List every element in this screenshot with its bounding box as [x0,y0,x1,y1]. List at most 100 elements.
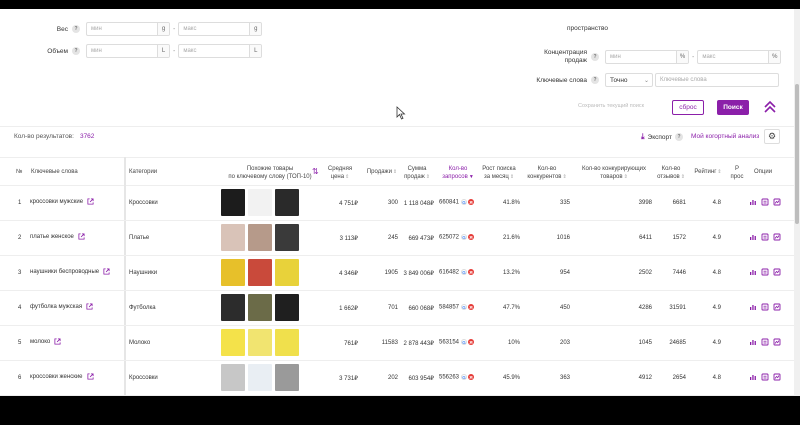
cohort-analysis-link[interactable]: Мой когортный анализ [691,133,759,140]
keyword-cell[interactable]: молоко [30,338,61,345]
product-thumbnail[interactable] [248,259,272,286]
col-reviews[interactable]: Кол-во отзывов⇕ [656,165,686,181]
match-mode-select[interactable]: Точно ⌄ [605,73,653,87]
search-button[interactable]: Поиск [717,100,749,115]
help-icon[interactable]: ? [591,53,599,61]
col-extra[interactable]: Р прос [730,165,744,181]
compare-icon[interactable] [773,373,781,381]
chart-icon[interactable] [749,373,757,381]
report-icon[interactable] [761,303,769,311]
col-sales[interactable]: Продажи⇕ [362,168,402,176]
external-link-icon[interactable] [103,268,110,275]
col-category[interactable]: Категории [129,168,157,176]
yandex-icon[interactable]: Я [468,269,475,275]
collapse-icon[interactable] [762,99,778,115]
google-icon[interactable]: G [461,304,468,310]
compare-icon[interactable] [773,198,781,206]
product-thumbnail[interactable] [221,364,245,391]
sort-filter-icon[interactable]: ⇅ [312,168,319,176]
product-thumbnail[interactable] [248,364,272,391]
col-keyword[interactable]: Ключевые слова [31,168,78,176]
chart-icon[interactable] [749,303,757,311]
concentration-max-field[interactable]: макс % [697,50,782,64]
yandex-icon[interactable]: Я [468,304,475,310]
product-thumbnail[interactable] [275,364,299,391]
scrollbar-thumb[interactable] [795,84,799,224]
col-growth[interactable]: Рост поиска за месяц⇕ [478,165,520,181]
save-search-button[interactable]: Сохранить текущий поиск [578,103,644,109]
product-thumbnail[interactable] [221,329,245,356]
yandex-icon[interactable]: Я [468,234,475,240]
product-thumbnail[interactable] [221,259,245,286]
product-thumbnail[interactable] [248,294,272,321]
help-icon[interactable]: ? [674,133,683,141]
table-row[interactable]: 5 молоко Молоко 761₽ 11583 2 878 443₽ 56… [0,326,794,361]
report-icon[interactable] [761,198,769,206]
product-thumbnail[interactable] [221,294,245,321]
keyword-cell[interactable]: платье женское [30,233,85,240]
col-rating[interactable]: Рейтинг⇕ [690,168,726,176]
report-icon[interactable] [761,268,769,276]
help-icon[interactable]: ? [72,47,80,55]
product-thumbnail[interactable] [248,329,272,356]
table-row[interactable]: 4 футболка мужская Футболка 1 662₽ 701 6… [0,291,794,326]
google-icon[interactable]: G [461,269,468,275]
report-icon[interactable] [761,338,769,346]
concentration-min-field[interactable]: мин % [605,50,689,64]
table-row[interactable]: 3 наушники беспроводные Наушники 4 346₽ … [0,256,794,291]
weight-max-field[interactable]: макс g [178,22,263,36]
help-icon[interactable]: ? [72,25,80,33]
chart-icon[interactable] [749,268,757,276]
product-thumbnail[interactable] [248,224,272,251]
yandex-icon[interactable]: Я [468,339,475,345]
col-queries[interactable]: Кол-во запросов▼ [440,165,476,181]
product-thumbnail[interactable] [275,189,299,216]
compare-icon[interactable] [773,233,781,241]
compare-icon[interactable] [773,268,781,276]
reset-button[interactable]: сброс [672,100,704,115]
yandex-icon[interactable]: Я [468,199,475,205]
keyword-cell[interactable]: наушники беспроводные [30,268,110,275]
product-thumbnail[interactable] [275,224,299,251]
report-icon[interactable] [761,233,769,241]
product-thumbnail[interactable] [248,189,272,216]
external-link-icon[interactable] [54,338,61,345]
product-thumbnail[interactable] [275,329,299,356]
product-thumbnail[interactable] [275,259,299,286]
weight-min-field[interactable]: мин g [86,22,170,36]
product-thumbnail[interactable] [221,224,245,251]
chart-icon[interactable] [749,198,757,206]
volume-min-field[interactable]: мин L [86,44,170,58]
external-link-icon[interactable] [78,233,85,240]
chart-icon[interactable] [749,338,757,346]
keywords-input[interactable]: Ключевые слова [655,73,779,87]
external-link-icon[interactable] [86,303,93,310]
table-row[interactable]: 1 кроссовки мужские Кроссовки 4 751₽ 300… [0,186,794,221]
keyword-cell[interactable]: кроссовки женские [30,373,94,380]
col-price[interactable]: Средняя цена⇕ [325,165,355,181]
google-icon[interactable]: G [461,199,468,205]
compare-icon[interactable] [773,338,781,346]
google-icon[interactable]: G [461,374,468,380]
external-link-icon[interactable] [86,373,94,380]
yandex-icon[interactable]: Я [468,374,475,380]
table-row[interactable]: 6 кроссовки женские Кроссовки 3 731₽ 202… [0,361,794,396]
volume-max-field[interactable]: макс L [178,44,263,58]
help-icon[interactable]: ? [591,76,599,84]
export-button[interactable]: ⤓ Экспорт ? [641,132,689,142]
google-icon[interactable]: G [461,234,468,240]
col-sum[interactable]: Сумма продаж⇕ [402,165,432,181]
external-link-icon[interactable] [87,198,94,205]
col-comp-goods[interactable]: Кол-во конкурирующих товаров⇕ [575,165,653,181]
compare-icon[interactable] [773,303,781,311]
table-row[interactable]: 2 платье женское Платье 3 113₽ 245 669 4… [0,221,794,256]
keyword-cell[interactable]: футболка мужская [30,303,93,310]
keyword-cell[interactable]: кроссовки мужские [30,198,94,205]
report-icon[interactable] [761,373,769,381]
scrollbar[interactable] [794,9,800,396]
product-thumbnail[interactable] [275,294,299,321]
gear-icon[interactable]: ⚙ [764,129,780,144]
col-competitors[interactable]: Кол-во конкурентов⇕ [525,165,569,181]
google-icon[interactable]: G [461,339,468,345]
product-thumbnail[interactable] [221,189,245,216]
